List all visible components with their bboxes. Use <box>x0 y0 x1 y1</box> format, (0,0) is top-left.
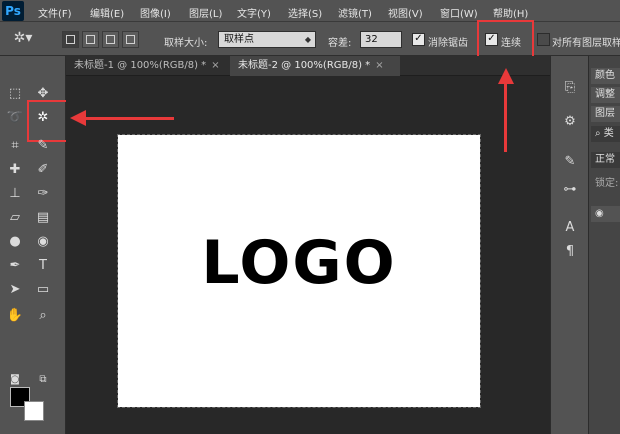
antialias-label: 消除锯齿 <box>428 38 468 49</box>
healing-icon[interactable]: ✚ <box>4 160 26 180</box>
logo-text: LOGO <box>201 228 397 298</box>
magic-wand-preset-icon[interactable]: ✲▾ <box>8 28 38 48</box>
menu-file[interactable]: 文件(F) <box>38 5 72 20</box>
subtract-selection-button[interactable] <box>102 31 119 48</box>
tab-color[interactable]: 颜色 <box>591 68 620 84</box>
panels-dock: 颜色 调整 图层 ⌕ 类 正常 锁定: ◉ <box>588 56 620 434</box>
menu-filter[interactable]: 滤镜(T) <box>338 5 372 20</box>
menu-select[interactable]: 选择(S) <box>288 5 322 20</box>
zoom-icon[interactable]: ⌕ <box>32 306 54 326</box>
tab-layers[interactable]: 图层 <box>591 106 620 122</box>
tab-doc-1[interactable]: 未标题-1 @ 100%(RGB/8) * × <box>66 56 236 76</box>
menu-window[interactable]: 窗口(W) <box>440 5 478 20</box>
properties-icon[interactable]: ⚙ <box>559 112 581 132</box>
select-arrow-icon: ◆ <box>304 35 311 44</box>
tab-doc-1-label: 未标题-1 @ 100%(RGB/8) * <box>74 60 207 71</box>
menu-type[interactable]: 文字(Y) <box>237 5 271 20</box>
hand-icon[interactable]: ✋ <box>4 306 26 326</box>
character-icon[interactable]: A <box>559 218 581 238</box>
screen-mode-icon[interactable]: ⧉ <box>32 370 54 390</box>
close-icon[interactable]: × <box>375 60 383 71</box>
path-select-icon[interactable]: ➤ <box>4 280 26 300</box>
background-color-swatch[interactable] <box>24 401 44 421</box>
dodge-icon[interactable]: ◉ <box>32 232 54 252</box>
history-icon[interactable]: ⎘ <box>559 78 581 98</box>
add-selection-button[interactable] <box>82 31 99 48</box>
tolerance-input[interactable]: 32 <box>360 31 402 48</box>
intersect-selection-button[interactable] <box>122 31 139 48</box>
lasso-icon[interactable]: ➰ <box>4 108 26 128</box>
clone-source-icon[interactable]: ⊶ <box>559 180 581 200</box>
lock-label: 锁定: <box>595 178 619 189</box>
gradient-icon[interactable]: ▤ <box>32 208 54 228</box>
sample-size-select[interactable]: 取样点 ◆ <box>218 31 316 48</box>
text-icon[interactable]: T <box>32 256 54 276</box>
annotation-arrow-up-head <box>498 68 514 84</box>
eye-icon[interactable]: ◉ <box>591 206 620 222</box>
eraser-icon[interactable]: ▱ <box>4 208 26 228</box>
blend-mode-select[interactable]: 正常 <box>591 152 620 168</box>
stamp-icon[interactable]: ⊥ <box>4 184 26 204</box>
shape-icon[interactable]: ▭ <box>32 280 54 300</box>
contiguous-highlight-box <box>477 20 534 60</box>
crop-icon[interactable]: ⌗ <box>4 136 26 156</box>
antialias-checkbox[interactable]: ✓ <box>412 33 425 46</box>
eyedropper-icon[interactable]: ✎ <box>32 136 54 156</box>
menu-view[interactable]: 视图(V) <box>388 5 423 20</box>
layer-kind-filter[interactable]: ⌕ 类 <box>591 126 620 142</box>
menu-edit[interactable]: 编辑(E) <box>90 5 124 20</box>
menu-layer[interactable]: 图层(L) <box>189 5 222 20</box>
tab-adjustments[interactable]: 调整 <box>591 87 620 103</box>
annotation-arrow-left-head <box>70 110 86 126</box>
close-icon[interactable]: × <box>211 60 219 71</box>
all-layers-checkbox[interactable] <box>537 33 550 46</box>
tolerance-label: 容差: <box>328 38 352 49</box>
sample-size-label: 取样大小: <box>164 38 208 49</box>
blur-icon[interactable]: ● <box>4 232 26 252</box>
marquee-icon[interactable]: ⬚ <box>4 84 26 104</box>
tab-doc-2[interactable]: 未标题-2 @ 100%(RGB/8) * × <box>230 56 400 76</box>
paragraph-icon[interactable]: ¶ <box>559 242 581 262</box>
brush-icon[interactable]: ✐ <box>32 160 54 180</box>
kind-label: 类 <box>603 128 614 139</box>
annotation-arrow-left-shaft <box>84 117 174 120</box>
menu-image[interactable]: 图像(I) <box>140 5 171 20</box>
app-logo: Ps <box>2 1 24 21</box>
panel-icon-strip: ⎘ ⚙ ✎ ⊶ A ¶ <box>550 56 588 434</box>
all-layers-label: 对所有图层取样 <box>552 38 620 49</box>
brushes-icon[interactable]: ✎ <box>559 152 581 172</box>
tools-panel: ⬚ ✥ ➰ ✲ ⌗ ✎ ✚ ✐ ⊥ ✑ ▱ ▤ ● ◉ ✒ T ➤ ▭ ✋ ⌕ … <box>0 56 69 434</box>
history-brush-icon[interactable]: ✑ <box>32 184 54 204</box>
menu-bar: Ps 文件(F) 编辑(E) 图像(I) 图层(L) 文字(Y) 选择(S) 滤… <box>0 0 620 22</box>
document-tabs: 未标题-1 @ 100%(RGB/8) * × 未标题-2 @ 100%(RGB/… <box>66 56 550 76</box>
annotation-arrow-up-shaft <box>504 80 507 152</box>
menu-help[interactable]: 帮助(H) <box>493 5 528 20</box>
tab-doc-2-label: 未标题-2 @ 100%(RGB/8) * <box>238 60 371 71</box>
quick-mask-icon[interactable]: ◙ <box>4 370 26 390</box>
sample-size-value: 取样点 <box>224 34 254 45</box>
options-bar: ✲▾ 取样大小: 取样点 ◆ 容差: 32 ✓ 消除锯齿 ✓ 连续 对所有图层取… <box>0 20 620 60</box>
new-selection-button[interactable] <box>62 31 79 48</box>
pen-icon[interactable]: ✒ <box>4 256 26 276</box>
document-canvas[interactable]: LOGO <box>117 134 481 408</box>
